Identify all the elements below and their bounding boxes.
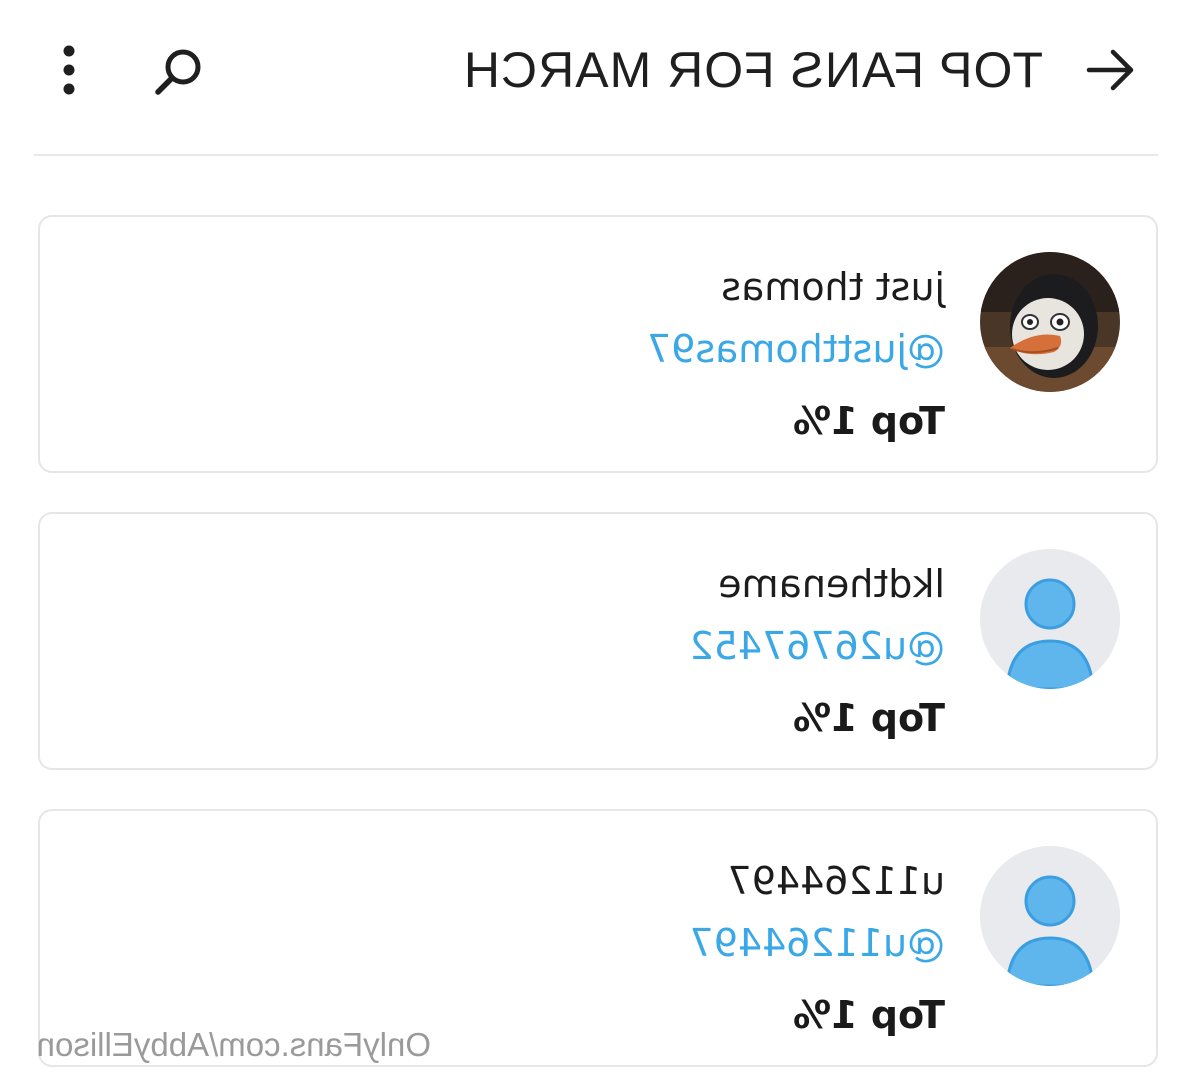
watermark: OnlyFans.com/AbbyEllison [36,1026,431,1063]
fan-info: u11264497 @u11264497 Top 1% [690,853,946,1043]
top-bar: TOP FANS FOR MARCH [0,0,1193,150]
search-button[interactable] [148,42,208,102]
fan-info: lkdthename @u26767452 Top 1% [690,556,946,746]
fan-username[interactable]: @justthomas97 [647,321,945,377]
fan-card[interactable]: lkdthename @u26767452 Top 1% [38,512,1158,770]
fan-rank-badge: Top 1% [793,399,945,443]
fan-username[interactable]: @u26767452 [690,618,946,674]
mirrored-screen: TOP FANS FOR MARCH just thomas @justthom… [0,0,1193,1079]
default-user-avatar-icon [980,846,1120,986]
back-button[interactable] [1081,40,1141,100]
default-user-avatar-icon [980,549,1120,689]
fan-rank-badge: Top 1% [793,993,945,1037]
fan-card[interactable]: just thomas @justthomas97 Top 1% [38,215,1158,473]
search-icon [155,49,201,95]
fan-display-name[interactable]: u11264497 [690,853,946,909]
header-divider [34,154,1158,156]
more-vertical-icon [63,45,75,95]
fan-display-name[interactable]: just thomas [647,259,945,315]
avatar[interactable] [980,846,1120,986]
avatar[interactable] [980,252,1120,392]
fan-username[interactable]: @u11264497 [690,915,946,971]
arrow-left-icon [1086,49,1134,91]
cartoon-penguin-avatar-icon [980,252,1120,392]
fan-rank-badge: Top 1% [793,696,945,740]
avatar[interactable] [980,549,1120,689]
more-options-button[interactable] [45,40,93,100]
fan-display-name[interactable]: lkdthename [690,556,945,612]
page-title: TOP FANS FOR MARCH [462,42,1043,98]
fan-info: just thomas @justthomas97 Top 1% [647,259,945,449]
